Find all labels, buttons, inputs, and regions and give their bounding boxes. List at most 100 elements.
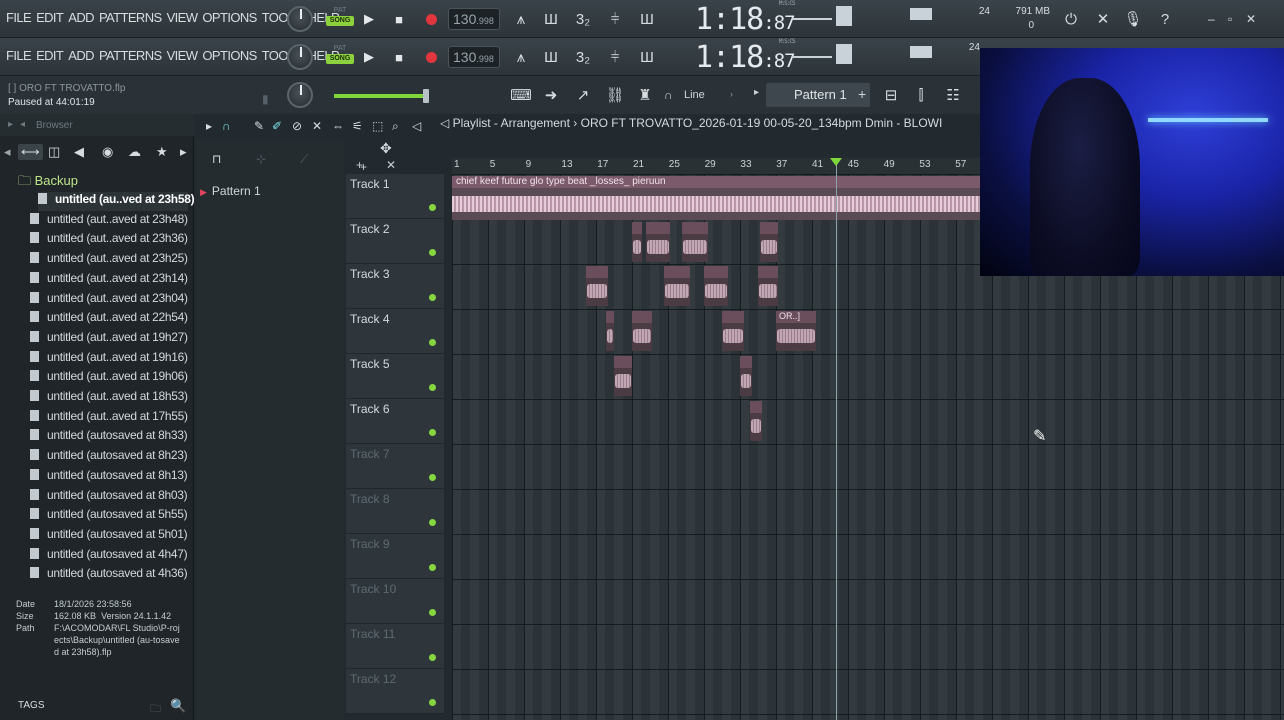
file-list-item[interactable]: untitled (autosaved at 4h36) — [30, 566, 188, 585]
track-enable-led[interactable] — [429, 519, 436, 526]
magnet-icon[interactable]: ∩ — [664, 88, 673, 102]
file-list-item[interactable]: untitled (aut..aved at 19h06) — [30, 369, 188, 388]
track4-clip[interactable] — [722, 311, 744, 351]
playhead-marker-icon[interactable] — [830, 158, 842, 166]
lock-icon[interactable]: ▮ — [262, 92, 269, 106]
file-list-item[interactable]: untitled (aut..aved at 23h04) — [30, 291, 188, 310]
file-list-item[interactable]: untitled (aut..aved at 23h48) — [30, 212, 188, 231]
minimize-icon[interactable]: – — [1208, 12, 1215, 26]
slice-tool-icon[interactable]: ⚟ — [352, 119, 363, 133]
stamp-icon[interactable]: ♜ — [632, 82, 658, 108]
arrow-right-icon[interactable]: ➜ — [538, 82, 564, 108]
blend-notes-icon[interactable]: Ш — [634, 6, 660, 32]
file-list-item[interactable]: untitled (aut..aved at 23h36) — [30, 231, 188, 250]
playback-tool-icon[interactable]: ◁ — [412, 119, 421, 133]
menu-edit[interactable]: EDIT — [36, 48, 64, 63]
playlist-icon[interactable]: ⊟ — [878, 82, 904, 108]
multilink-icon[interactable]: ✕ — [1090, 6, 1116, 32]
track4-clip[interactable]: OR..] — [776, 311, 816, 351]
track-header[interactable]: Track 5 — [346, 354, 444, 399]
track3-clip[interactable] — [586, 266, 608, 306]
track-header[interactable]: Track 4 — [346, 309, 444, 354]
favorites-icon[interactable]: ★ — [156, 144, 168, 160]
record-button[interactable] — [420, 8, 442, 30]
track-enable-led[interactable] — [429, 474, 436, 481]
track5-clip[interactable] — [740, 356, 752, 396]
track2-clip[interactable] — [760, 222, 778, 262]
track-enable-led[interactable] — [429, 249, 436, 256]
play-button[interactable]: ▶ — [358, 46, 380, 68]
track-header[interactable]: Track 11 — [346, 624, 444, 669]
file-list-item[interactable]: untitled (aut..aved at 23h14) — [30, 271, 188, 290]
paint-icon[interactable]: ↗ — [570, 82, 596, 108]
menu-patterns[interactable]: PATTERNS — [99, 48, 162, 63]
menu-options[interactable]: OPTIONS — [202, 48, 257, 63]
pat-song-switch[interactable]: PAT SONG — [326, 6, 354, 30]
mute-tool-icon[interactable]: ✕ — [312, 119, 322, 133]
track-header[interactable]: Track 10 — [346, 579, 444, 624]
master-pitch-knob[interactable] — [287, 44, 313, 70]
plugin-icon[interactable]: ◉ — [102, 144, 113, 160]
playhead-line[interactable] — [836, 160, 837, 720]
paint-tool-icon[interactable]: ✐ — [272, 119, 282, 133]
track-enable-led[interactable] — [429, 204, 436, 211]
pattern-list-icon[interactable]: ⊓ — [212, 152, 221, 166]
folder-outline-icon[interactable]: 🗀 — [150, 700, 161, 719]
menu-view[interactable]: VIEW — [167, 48, 198, 63]
link-icon[interactable]: ⛓ — [602, 82, 628, 108]
draw-tool-icon[interactable]: ✎ — [254, 119, 264, 133]
track-enable-led[interactable] — [429, 429, 436, 436]
maximize-icon[interactable]: ▫ — [1228, 12, 1232, 26]
file-list-item[interactable]: untitled (aut..aved at 17h55) — [30, 409, 188, 428]
back-icon[interactable]: ◂ — [20, 119, 25, 130]
slip-tool-icon[interactable]: ⇔ — [332, 119, 344, 133]
pattern-selector[interactable]: Pattern 1 — [766, 83, 870, 107]
menu-add[interactable]: ADD — [68, 10, 94, 25]
search-icon[interactable]: 🔍 — [170, 698, 186, 714]
menu-add[interactable]: ADD — [68, 48, 94, 63]
file-list-item[interactable]: untitled (autosaved at 8h03) — [30, 488, 188, 507]
microphone-icon[interactable]: 🎙 — [1120, 6, 1146, 32]
track-header[interactable]: Track 3 — [346, 264, 444, 309]
menu-edit[interactable]: EDIT — [36, 10, 64, 25]
track-enable-led[interactable] — [429, 294, 436, 301]
track-enable-led[interactable] — [429, 609, 436, 616]
file-list-item[interactable]: untitled (aut..aved at 22h54) — [30, 310, 188, 329]
browser-next-icon[interactable]: ▸ — [180, 144, 187, 160]
countdown-icon[interactable]: 3₂ — [570, 6, 596, 32]
track4-clip[interactable] — [606, 311, 614, 351]
track-enable-led[interactable] — [429, 384, 436, 391]
snap-next-icon[interactable]: › — [730, 89, 733, 99]
track2-clip[interactable] — [646, 222, 670, 262]
track-header[interactable]: Track 6 — [346, 399, 444, 444]
track-enable-led[interactable] — [429, 654, 436, 661]
step-edit-icon[interactable]: ⫩ — [602, 44, 628, 70]
track-header[interactable]: Track 9 — [346, 534, 444, 579]
playlist-arrow-icon[interactable]: ◁ — [440, 116, 453, 130]
delete-tool-icon[interactable]: ⊘ — [292, 119, 302, 133]
metronome-icon[interactable]: ⩚ — [508, 6, 534, 32]
remove-clip-icon[interactable]: ✕ — [386, 158, 396, 172]
channel-rack-icon[interactable]: ⫿ — [908, 82, 934, 108]
file-list-item[interactable]: untitled (autosaved at 5h01) — [30, 527, 188, 546]
track3-clip[interactable] — [704, 266, 728, 306]
menu-patterns[interactable]: PATTERNS — [99, 10, 162, 25]
pat-song-switch[interactable]: PAT SONG — [326, 44, 354, 68]
menu-view[interactable]: VIEW — [167, 10, 198, 25]
track-enable-led[interactable] — [429, 339, 436, 346]
plugin-database-icon[interactable]: ◀ — [74, 144, 84, 160]
stop-button[interactable]: ■ — [388, 8, 410, 30]
tempo-display[interactable]: 130.998 — [448, 8, 500, 30]
mixer-icon[interactable]: ☷ — [940, 82, 966, 108]
file-list-item[interactable]: untitled (aut..aved at 23h25) — [30, 251, 188, 270]
pattern-pen-icon[interactable]: ⟋ — [300, 152, 308, 167]
scroll-arrows-icon[interactable]: ✥ — [380, 140, 392, 157]
add-pattern-icon[interactable]: + — [858, 86, 866, 102]
track-enable-led[interactable] — [429, 564, 436, 571]
file-list-item[interactable]: untitled (aut..aved at 18h53) — [30, 389, 188, 408]
wait-input-icon[interactable]: Ш — [538, 6, 564, 32]
track-header[interactable]: Track 1 — [346, 174, 444, 219]
file-list-item[interactable]: untitled (autosaved at 4h47) — [30, 547, 188, 566]
close-icon[interactable]: ✕ — [1246, 12, 1256, 26]
master-volume-slider[interactable] — [334, 89, 429, 103]
